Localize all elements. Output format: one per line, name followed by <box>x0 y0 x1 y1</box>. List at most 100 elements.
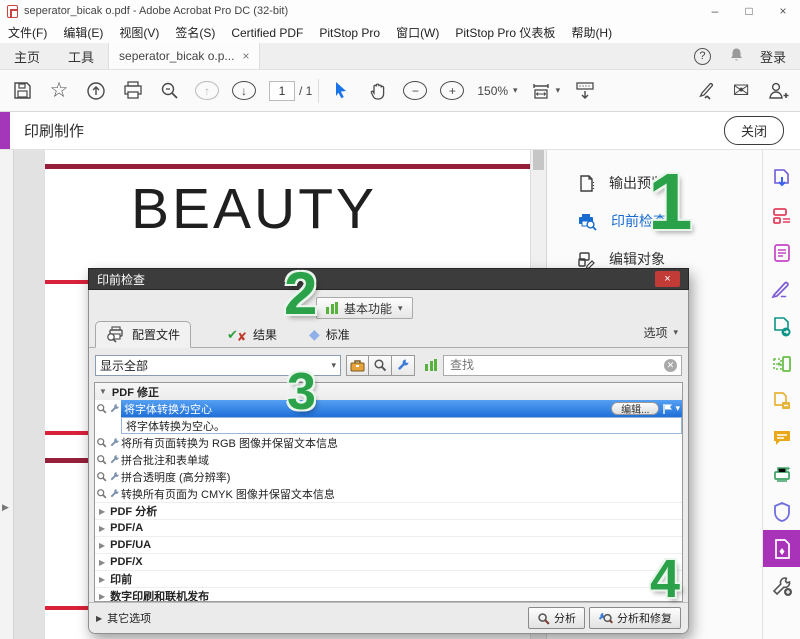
expand-triangle-icon[interactable]: ▶ <box>99 592 105 601</box>
add-tools-icon[interactable] <box>763 567 800 604</box>
tab-home[interactable]: 主页 <box>0 43 54 69</box>
fit-width-select[interactable]: ▾ <box>531 78 561 104</box>
analyze-button[interactable]: 分析 <box>528 607 585 629</box>
fixups-view-button[interactable] <box>392 355 415 376</box>
group-pdfx[interactable]: ▶ PDF/X <box>95 553 682 570</box>
clear-search-icon[interactable]: ✕ <box>664 359 677 372</box>
zoom-out-icon[interactable]: − <box>403 81 427 100</box>
nav-pane-collapsed[interactable]: ▶ <box>0 150 14 639</box>
share-upload-icon[interactable] <box>84 78 108 104</box>
zoom-in-icon[interactable]: + <box>440 81 464 100</box>
hand-tool-icon[interactable] <box>366 78 390 104</box>
hide-toolbar-icon[interactable] <box>573 78 597 104</box>
tab-document[interactable]: seperator_bicak o.p... × <box>108 43 260 69</box>
group-pdf-fixups[interactable]: ▼ PDF 修正 <box>95 383 682 400</box>
close-panel-button[interactable]: 关闭 <box>724 116 784 145</box>
menu-sign[interactable]: 签名(S) <box>167 22 223 43</box>
edit-pdf-icon[interactable] <box>763 234 800 271</box>
tab-results[interactable]: ✔ ✘ 结果 <box>217 321 287 348</box>
notification-bell-icon[interactable] <box>729 47 744 66</box>
page-number-input[interactable] <box>269 81 295 101</box>
prepare-form-icon[interactable] <box>763 197 800 234</box>
group-pdfa[interactable]: ▶ PDF/A <box>95 519 682 536</box>
tab-profiles[interactable]: 配置文件 <box>95 321 191 348</box>
select-tool-icon[interactable] <box>329 78 353 104</box>
expand-triangle-icon[interactable]: ▶ <box>99 575 105 584</box>
star-icon[interactable]: ☆ <box>47 78 71 104</box>
list-item-label: 拼合批注和表单域 <box>121 452 209 468</box>
minimize-button[interactable]: – <box>698 0 732 22</box>
send-link-icon[interactable] <box>692 78 716 104</box>
item-icons <box>95 403 121 414</box>
previous-page-icon[interactable]: ↑ <box>195 81 219 100</box>
analyze-and-fix-button[interactable]: 分析和修复 <box>589 607 681 629</box>
list-item[interactable]: 拼合透明度 (高分辨率) <box>95 468 682 485</box>
options-menu[interactable]: 选项 ▾ <box>643 324 678 341</box>
group-digital-publishing[interactable]: ▶ 数字印刷和联机发布 <box>95 587 682 602</box>
menu-certified-pdf[interactable]: Certified PDF <box>223 22 311 43</box>
essentials-mode-button[interactable]: 基本功能 ▾ <box>316 297 413 319</box>
combine-files-icon[interactable] <box>763 382 800 419</box>
next-page-icon[interactable]: ↓ <box>232 81 256 100</box>
expand-triangle-icon[interactable]: ▶ <box>99 558 105 567</box>
zoom-tool-icon[interactable] <box>158 78 182 104</box>
fit-caret-icon: ▾ <box>556 85 561 96</box>
flag-menu[interactable]: ▾ <box>662 403 680 415</box>
profiles-list: ▼ PDF 修正 将字体转换为空心 编辑... ▾ <box>94 382 683 602</box>
maximize-button[interactable]: □ <box>732 0 766 22</box>
list-item[interactable]: 转换所有页面为 CMYK 图像并保留文本信息 <box>95 485 682 502</box>
organize-pages-icon[interactable] <box>763 345 800 382</box>
email-icon[interactable]: ✉ <box>729 78 753 104</box>
save-icon[interactable] <box>10 78 34 104</box>
list-item-selected[interactable]: 将字体转换为空心 编辑... ▾ <box>95 400 682 417</box>
search-input[interactable] <box>444 358 664 372</box>
checks-view-button[interactable] <box>369 355 392 376</box>
close-window-button[interactable]: × <box>766 0 800 22</box>
menu-file[interactable]: 文件(F) <box>0 22 55 43</box>
help-icon[interactable]: ? <box>694 48 711 65</box>
tab-close-icon[interactable]: × <box>242 49 249 63</box>
menu-window[interactable]: 窗口(W) <box>388 22 447 43</box>
right-tools-rail <box>762 150 800 639</box>
print-icon[interactable] <box>121 78 145 104</box>
profiles-view-button[interactable] <box>346 355 369 376</box>
group-pdf-analysis[interactable]: ▶ PDF 分析 <box>95 502 682 519</box>
check-magnifier-icon <box>96 488 107 499</box>
standard-mode-bars-icon[interactable] <box>425 359 437 371</box>
menu-edit[interactable]: 编辑(E) <box>55 22 111 43</box>
scrollbar-thumb[interactable] <box>533 150 544 170</box>
list-item[interactable]: 拼合批注和表单域 <box>95 451 682 468</box>
protect-icon[interactable] <box>763 493 800 530</box>
add-user-icon[interactable] <box>766 78 790 104</box>
fixup-wrench-icon <box>109 437 120 448</box>
menu-view[interactable]: 视图(V) <box>111 22 167 43</box>
sign-in-button[interactable]: 登录 <box>760 47 786 66</box>
edit-button[interactable]: 编辑... <box>611 402 659 415</box>
selected-item-fill[interactable]: 将字体转换为空心 编辑... ▾ <box>121 400 682 417</box>
dialog-title: 印前检查 <box>97 271 145 288</box>
search-field[interactable]: ✕ <box>443 355 682 376</box>
send-file-icon[interactable] <box>763 308 800 345</box>
nav-expand-icon[interactable]: ▶ <box>2 502 9 513</box>
fill-sign-icon[interactable] <box>763 271 800 308</box>
comment-icon[interactable] <box>763 419 800 456</box>
scan-ocr-icon[interactable] <box>763 456 800 493</box>
tab-standards-label: 标准 <box>326 326 350 343</box>
dialog-close-button[interactable]: × <box>655 271 680 287</box>
expand-triangle-icon[interactable]: ▶ <box>99 524 105 533</box>
group-pdfua[interactable]: ▶ PDF/UA <box>95 536 682 553</box>
list-item[interactable]: 将所有页面转换为 RGB 图像并保留文本信息 <box>95 434 682 451</box>
zoom-level-select[interactable]: 150% ▾ <box>477 78 517 104</box>
menu-help[interactable]: 帮助(H) <box>563 22 620 43</box>
menu-pitstop-pro[interactable]: PitStop Pro <box>311 22 388 43</box>
export-pdf-icon[interactable] <box>763 160 800 197</box>
tab-tools[interactable]: 工具 <box>54 43 108 69</box>
expand-triangle-icon[interactable]: ▶ <box>99 541 105 550</box>
menu-pitstop-dashboard[interactable]: PitStop Pro 仪表板 <box>447 22 563 43</box>
expand-triangle-icon[interactable]: ▶ <box>99 507 105 516</box>
print-production-icon[interactable] <box>763 530 800 567</box>
collapse-triangle-icon[interactable]: ▼ <box>99 387 107 396</box>
dialog-titlebar[interactable]: 印前检查 × <box>88 268 689 290</box>
group-prepress[interactable]: ▶ 印前 <box>95 570 682 587</box>
other-options-toggle[interactable]: ▶ 其它选项 <box>96 610 151 626</box>
